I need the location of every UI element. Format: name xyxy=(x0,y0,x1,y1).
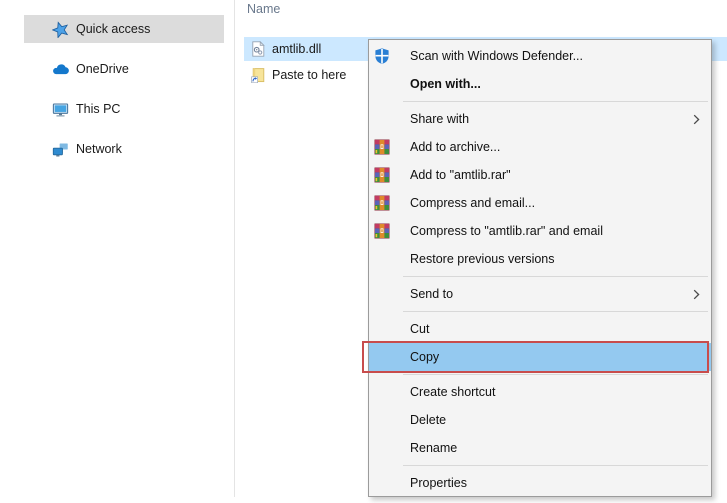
menu-item-label: Add to "amtlib.rar" xyxy=(410,168,511,182)
menu-item-create-shortcut[interactable]: Create shortcut xyxy=(369,378,711,406)
winrar-icon xyxy=(374,223,390,239)
sidebar-item-label: Quick access xyxy=(76,22,150,36)
menu-item-label: Delete xyxy=(410,413,446,427)
menu-item-label: Restore previous versions xyxy=(410,252,555,266)
menu-item-rename[interactable]: Rename xyxy=(369,434,711,462)
menu-item-delete[interactable]: Delete xyxy=(369,406,711,434)
sidebar-item-label: This PC xyxy=(76,102,120,116)
menu-item-label: Rename xyxy=(410,441,457,455)
menu-item-cut[interactable]: Cut xyxy=(369,315,711,343)
menu-item-label: Compress and email... xyxy=(410,196,535,210)
menu-item-label: Copy xyxy=(410,350,439,364)
navigation-pane: Quick access OneDrive This PC Network xyxy=(0,0,234,503)
submenu-arrow xyxy=(693,289,700,303)
menu-separator xyxy=(403,311,708,312)
menu-item-compress-to-amtlib-rar-and-email[interactable]: Compress to "amtlib.rar" and email xyxy=(369,217,711,245)
winrar-icon xyxy=(374,139,390,155)
sidebar-item-onedrive[interactable]: OneDrive xyxy=(24,55,224,83)
file-row[interactable]: Paste to here xyxy=(244,63,374,87)
menu-separator xyxy=(403,465,708,466)
menu-item-label: Compress to "amtlib.rar" and email xyxy=(410,224,603,238)
menu-item-label: Open with... xyxy=(410,77,481,91)
menu-item-add-to-archive[interactable]: Add to archive... xyxy=(369,133,711,161)
menu-separator xyxy=(403,374,708,375)
this-pc-monitor-icon xyxy=(52,101,69,118)
onedrive-cloud-icon xyxy=(52,61,69,78)
menu-item-label: Create shortcut xyxy=(410,385,495,399)
winrar-icon xyxy=(374,167,390,183)
submenu-chevron-icon xyxy=(693,289,700,300)
sidebar-item-quick-access[interactable]: Quick access xyxy=(24,15,224,43)
column-header-name[interactable]: Name xyxy=(247,2,280,16)
submenu-arrow xyxy=(693,114,700,128)
menu-item-scan-with-windows-defender[interactable]: Scan with Windows Defender... xyxy=(369,42,711,70)
file-name-label: Paste to here xyxy=(272,68,346,82)
pane-divider xyxy=(234,0,235,497)
menu-item-label: Properties xyxy=(410,476,467,490)
menu-item-label: Cut xyxy=(410,322,429,336)
sidebar-item-network[interactable]: Network xyxy=(24,135,224,163)
file-name-label: amtlib.dll xyxy=(272,42,321,56)
menu-item-add-to-amtlib-rar[interactable]: Add to "amtlib.rar" xyxy=(369,161,711,189)
sidebar-item-label: OneDrive xyxy=(76,62,129,76)
network-icon xyxy=(52,141,69,158)
dll-file-icon xyxy=(250,41,266,57)
sidebar-item-this-pc[interactable]: This PC xyxy=(24,95,224,123)
menu-item-copy[interactable]: Copy xyxy=(369,343,711,371)
menu-item-label: Add to archive... xyxy=(410,140,500,154)
menu-item-label: Scan with Windows Defender... xyxy=(410,49,583,63)
submenu-chevron-icon xyxy=(693,114,700,125)
menu-item-open-with[interactable]: Open with... xyxy=(369,70,711,98)
menu-separator xyxy=(403,276,708,277)
menu-item-properties[interactable]: Properties xyxy=(369,469,711,497)
quick-access-star-icon xyxy=(52,21,69,38)
menu-item-compress-and-email[interactable]: Compress and email... xyxy=(369,189,711,217)
sidebar-item-label: Network xyxy=(76,142,122,156)
windows-defender-icon xyxy=(374,48,390,64)
menu-item-label: Share with xyxy=(410,112,469,126)
menu-item-label: Send to xyxy=(410,287,453,301)
menu-separator xyxy=(403,101,708,102)
menu-item-restore-previous-versions[interactable]: Restore previous versions xyxy=(369,245,711,273)
winrar-icon xyxy=(374,195,390,211)
menu-item-send-to[interactable]: Send to xyxy=(369,280,711,308)
shortcut-file-icon xyxy=(250,67,266,83)
context-menu: Scan with Windows Defender... Open with.… xyxy=(368,39,712,497)
menu-item-share-with[interactable]: Share with xyxy=(369,105,711,133)
